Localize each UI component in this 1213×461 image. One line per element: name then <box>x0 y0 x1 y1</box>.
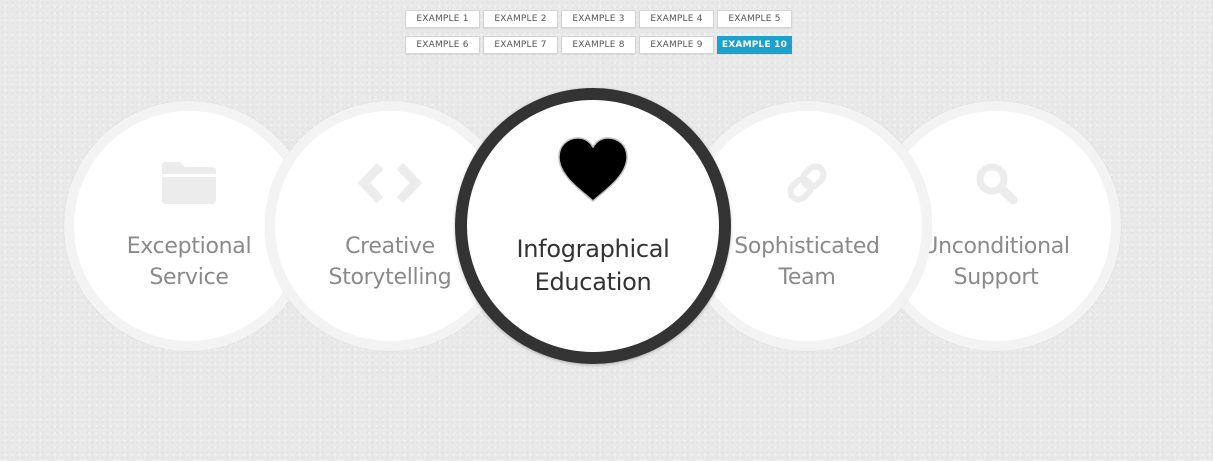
search-icon <box>964 154 1028 212</box>
example-7-button[interactable]: EXAMPLE 7 <box>483 36 558 54</box>
circle-infographical-education[interactable]: Infographical Education <box>455 88 731 364</box>
example-nav-row-2: EXAMPLE 6 EXAMPLE 7 EXAMPLE 8 EXAMPLE 9 … <box>405 36 795 54</box>
heart-icon <box>555 134 631 206</box>
example-nav: EXAMPLE 1 EXAMPLE 2 EXAMPLE 3 EXAMPLE 4 … <box>405 10 795 62</box>
example-1-button[interactable]: EXAMPLE 1 <box>405 10 480 28</box>
example-2-button[interactable]: EXAMPLE 2 <box>483 10 558 28</box>
code-icon <box>358 154 422 212</box>
example-3-button[interactable]: EXAMPLE 3 <box>561 10 636 28</box>
link-icon <box>775 154 839 212</box>
circle-label: Infographical Education <box>467 233 719 299</box>
circle-label-line-2: Education <box>534 268 652 296</box>
example-10-button[interactable]: EXAMPLE 10 <box>717 36 792 54</box>
circle-label-line-2: Team <box>778 265 836 290</box>
page: { "nav": { "row1": ["EXAMPLE 1", "EXAMPL… <box>0 0 1213 461</box>
circle-label-line-1: Infographical <box>516 235 670 263</box>
example-6-button[interactable]: EXAMPLE 6 <box>405 36 480 54</box>
example-9-button[interactable]: EXAMPLE 9 <box>639 36 714 54</box>
example-4-button[interactable]: EXAMPLE 4 <box>639 10 714 28</box>
example-8-button[interactable]: EXAMPLE 8 <box>561 36 636 54</box>
folder-icon <box>157 154 221 212</box>
example-nav-row-1: EXAMPLE 1 EXAMPLE 2 EXAMPLE 3 EXAMPLE 4 … <box>405 10 795 28</box>
example-5-button[interactable]: EXAMPLE 5 <box>717 10 792 28</box>
circle-label-line-2: Service <box>149 265 229 290</box>
